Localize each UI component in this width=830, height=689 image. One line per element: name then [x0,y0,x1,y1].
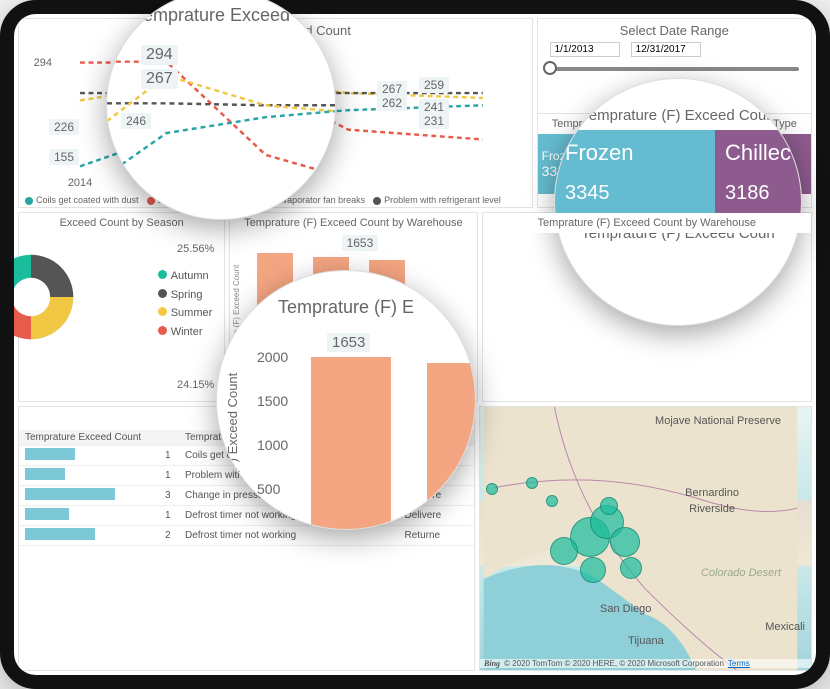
map-attr-text: © 2020 TomTom © 2020 HERE, © 2020 Micros… [504,659,724,668]
pie-svg [0,249,79,345]
dot-summer-icon [158,307,167,316]
map-label-sandiego: San Diego [600,603,651,615]
map-bubble[interactable] [600,497,618,515]
data-label-259: 259 [419,77,449,93]
bar-chart-title: Temprature (F) Exceed Count by Warehouse [230,213,476,233]
map-bubble[interactable] [620,557,642,579]
cell-n4: 1 [159,506,179,526]
mag3-tile-frozen: Frozen 3345 [555,130,715,215]
pie-legend-spring: Spring [171,289,203,301]
map-terms-link[interactable]: Terms [728,659,750,668]
map-card-continued[interactable]: Mojave National Preserve Bernardino Rive… [479,406,812,671]
map-attribution: Bing © 2020 TomTom © 2020 HERE, © 2020 M… [480,659,811,668]
magnifier-bar-chart: Temprature (F) E 1653 ure (F) Exceed Cou… [216,270,476,530]
mag2-bar-1 [311,357,391,530]
dot-winter-icon [158,326,167,335]
data-label-226: 226 [49,119,79,135]
mag2-tick-1500: 1500 [257,379,288,423]
date-end-input[interactable] [631,42,701,57]
pie-pct-bottom: 24.15% [177,379,214,391]
mag2-bar-label: 1653 [327,333,370,352]
map-bubble[interactable] [486,483,498,495]
mag3-chilled-label: Chillec [725,140,791,166]
mag2-ylabel: ure (F) Exceed Count [225,341,240,529]
pie-legend-summer: Summer [171,307,213,319]
map-bubble[interactable] [546,495,558,507]
map-label-riverside: Riverside [689,503,735,515]
pie-legend-autumn: Autumn [171,270,209,282]
mag1-label-267: 267 [141,69,178,89]
pie-pct-top: 25.56% [177,243,214,255]
mag2-tick-1000: 1000 [257,423,288,467]
data-label-262: 262 [377,95,407,111]
y-label-294: 294 [34,57,52,69]
mag2-tick-500: 500 [257,467,288,511]
x-tick-2014: 2014 [68,177,92,189]
magnifier-treemap: Temprature (F) Exceed Coun Frozen 3345 C… [554,78,802,326]
mag3-chilled-value: 3186 [725,182,791,205]
map-bubble[interactable] [550,537,578,565]
hbar-icon [25,468,65,480]
legend-coils: Coils get coated with dust [25,195,139,205]
cell-n1: 1 [159,446,179,466]
dot-spring-icon [158,289,167,298]
map-bubble[interactable] [610,527,640,557]
map-label-desert: Colorado Desert [701,567,781,579]
pie-chart-card[interactable]: Exceed Count by Season 25.56% Autumn Spr… [18,212,225,402]
col-count-num[interactable] [159,430,179,446]
mag2-tick-2000: 2000 [257,335,288,379]
hbar-icon [25,528,95,540]
mag2-bar-2 [427,363,476,530]
legend-refrigerant: Problem with refrigerant level [373,195,501,205]
date-range-title: Select Date Range [538,19,811,42]
map-label-tijuana: Tijuana [628,635,664,647]
mag3-frozen-value: 3345 [565,182,705,205]
map-label-bernardino: Bernardino [685,487,739,499]
table-row[interactable]: 2Defrost timer not workingReturne [19,526,474,546]
map-title: Temprature (F) Exceed Count by Warehouse [483,213,811,233]
mag1-label-294: 294 [141,45,178,65]
hbar-icon [25,508,69,520]
cell-n3: 3 [159,486,179,506]
mag3-frozen-label: Frozen [565,140,705,166]
map-bubble[interactable] [526,477,538,489]
mag1-series-refrigerant [107,103,335,105]
pie-hole [12,278,50,316]
data-label-155: 155 [49,149,79,165]
magnifier-line-chart: Temprature Exceed C 294 267 246 [106,0,336,220]
hbar-icon [25,488,115,500]
date-slider-track[interactable] [550,67,799,71]
map-label-mexicali: Mexicali [765,621,805,633]
date-slider-handle[interactable] [543,61,557,75]
mag1-label-246: 246 [121,113,151,129]
cell-n5: 2 [159,526,179,546]
data-label-231: 231 [419,113,449,129]
col-exceed-count[interactable]: Temprature Exceed Count [19,430,159,446]
date-start-input[interactable] [550,42,620,57]
hbar-icon [25,448,75,460]
map-bubble[interactable] [580,557,606,583]
cell-n2: 1 [159,466,179,486]
pie-legend: Autumn Spring Summer Winter [158,267,213,342]
pie-legend-winter: Winter [171,326,203,338]
map-svg[interactable] [480,407,811,670]
dot-autumn-icon [158,270,167,279]
bar-top-label: 1653 [342,235,379,251]
bing-logo-icon: Bing [484,659,500,668]
map-label-mojave: Mojave National Preserve [655,415,781,427]
